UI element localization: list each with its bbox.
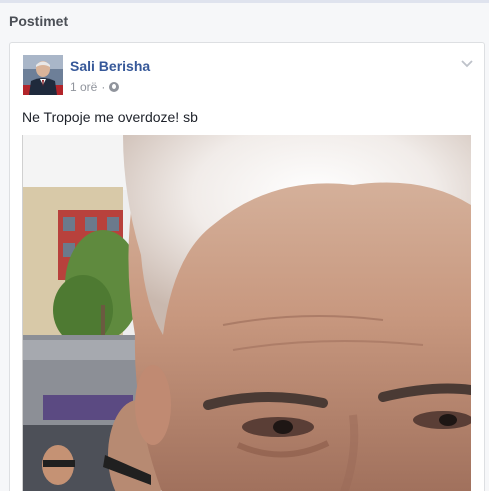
avatar[interactable] (23, 55, 63, 95)
post-meta: 1 orë · (70, 80, 120, 94)
section-title: Postimet (9, 13, 69, 29)
chevron-down-icon[interactable] (461, 59, 473, 69)
post-text: Ne Tropoje me overdoze! sb (22, 109, 198, 125)
author-name-link[interactable]: Sali Berisha (70, 58, 150, 74)
page: Postimet Sali Berisha 1 orë · Ne Tropoje (0, 0, 489, 491)
top-divider (0, 0, 489, 3)
globe-icon[interactable] (109, 82, 120, 92)
post-timestamp[interactable]: 1 orë (70, 80, 97, 94)
post-photo[interactable] (22, 135, 471, 491)
meta-separator: · (101, 80, 106, 94)
post-card: Sali Berisha 1 orë · Ne Tropoje me overd… (9, 42, 485, 491)
avatar-image (23, 55, 63, 95)
post-photo-image (23, 135, 471, 491)
